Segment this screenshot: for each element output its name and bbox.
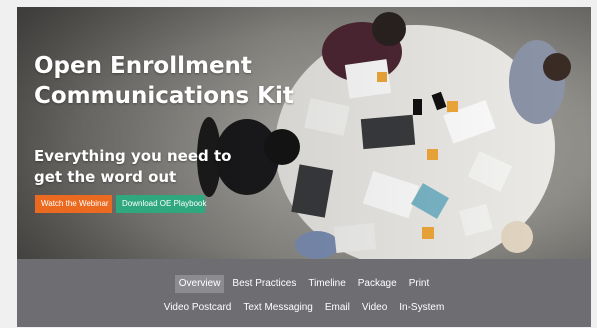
title-line-2: Communications Kit [34,83,294,109]
nav-item-best-practices[interactable]: Best Practices [228,275,300,293]
oe-kit-banner: Open Enrollment Communications Kit Every… [17,7,591,327]
hero-photo [17,7,591,259]
hero-subtitle: Everything you need to get the word out [34,146,231,188]
subtitle-line-2: get the word out [34,168,177,186]
page-title: Open Enrollment Communications Kit [34,51,294,111]
nav-item-video[interactable]: Video [358,299,391,317]
subtitle-line-1: Everything you need to [34,147,232,165]
section-nav: Overview Best Practices Timeline Package… [17,259,591,327]
nav-row-secondary: Video Postcard Text Messaging Email Vide… [17,299,591,317]
nav-item-package[interactable]: Package [354,275,401,293]
nav-item-print[interactable]: Print [405,275,434,293]
download-playbook-button[interactable]: Download OE Playbook [116,195,207,213]
nav-item-email[interactable]: Email [321,299,354,317]
nav-item-timeline[interactable]: Timeline [304,275,349,293]
watch-webinar-button[interactable]: Watch the Webinar [35,195,112,213]
nav-item-video-postcard[interactable]: Video Postcard [160,299,236,317]
hero-section: Open Enrollment Communications Kit Every… [17,7,591,259]
nav-item-text-messaging[interactable]: Text Messaging [239,299,316,317]
nav-item-overview[interactable]: Overview [174,275,225,293]
nav-row-primary: Overview Best Practices Timeline Package… [17,275,591,293]
title-line-1: Open Enrollment [34,53,252,79]
nav-item-in-system[interactable]: In-System [395,299,448,317]
